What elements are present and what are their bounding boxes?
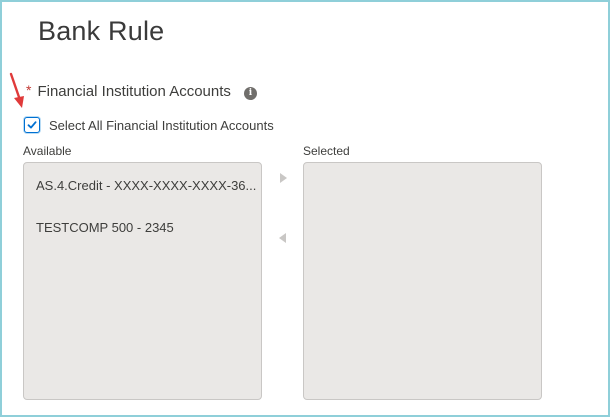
field-label-row: * Financial Institution Accounts i bbox=[26, 82, 257, 100]
list-item[interactable]: AS.4.Credit - XXXX-XXXX-XXXX-36... bbox=[24, 175, 261, 197]
move-left-button[interactable] bbox=[276, 231, 290, 245]
selected-listbox[interactable] bbox=[303, 162, 542, 400]
triangle-left-icon bbox=[279, 233, 286, 243]
select-all-checkbox[interactable] bbox=[24, 117, 40, 133]
select-all-label: Select All Financial Institution Account… bbox=[49, 117, 274, 133]
field-label: Financial Institution Accounts bbox=[37, 82, 231, 100]
available-label: Available bbox=[23, 144, 72, 158]
move-right-button[interactable] bbox=[276, 171, 290, 185]
annotation-arrow-icon bbox=[9, 72, 24, 108]
page-title: Bank Rule bbox=[38, 16, 165, 46]
available-listbox[interactable]: AS.4.Credit - XXXX-XXXX-XXXX-36... TESTC… bbox=[23, 162, 262, 400]
checkmark-icon bbox=[27, 121, 37, 129]
bank-rule-panel: Bank Rule * Financial Institution Accoun… bbox=[0, 0, 610, 417]
list-item[interactable]: TESTCOMP 500 - 2345 bbox=[24, 217, 261, 239]
info-icon[interactable]: i bbox=[243, 87, 257, 100]
triangle-right-icon bbox=[280, 173, 287, 183]
select-all-row[interactable]: Select All Financial Institution Account… bbox=[24, 117, 274, 133]
selected-label: Selected bbox=[303, 144, 350, 158]
required-marker: * bbox=[26, 82, 32, 98]
